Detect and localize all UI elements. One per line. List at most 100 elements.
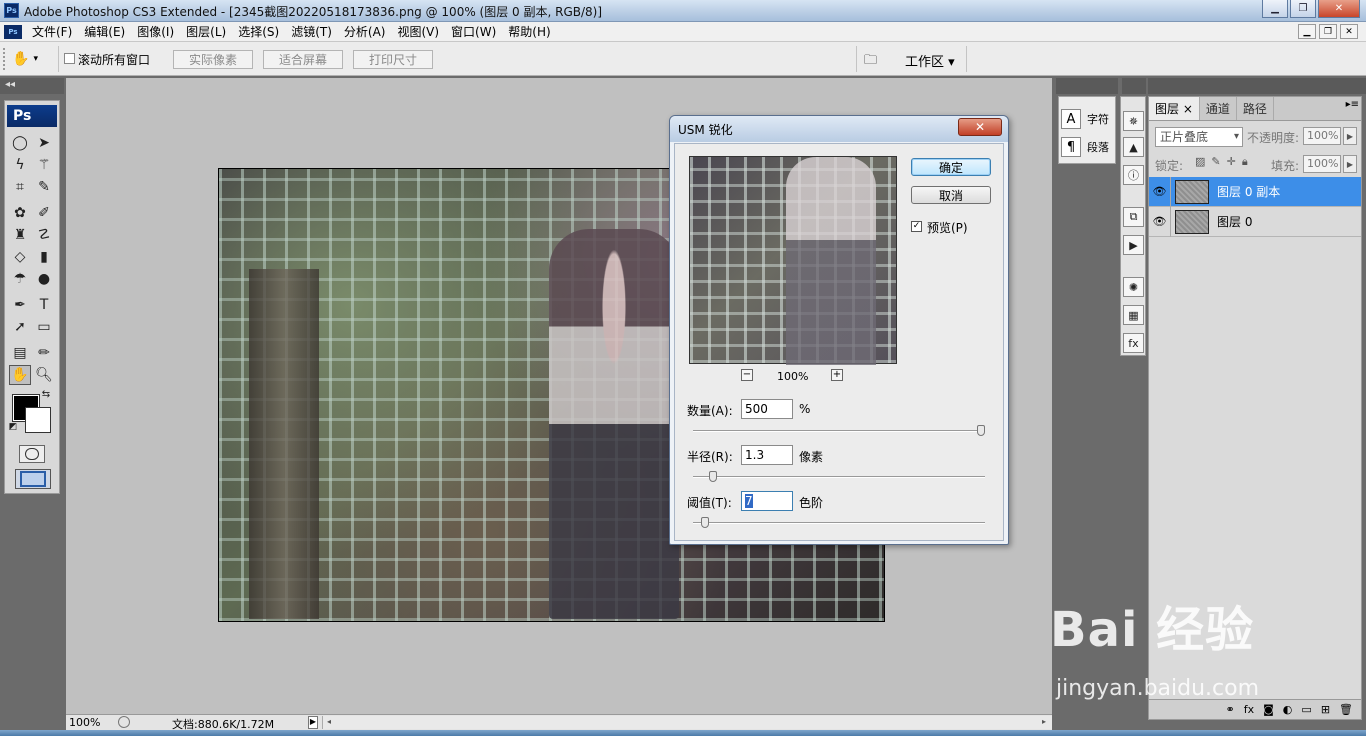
doc-restore-button[interactable]: ❐	[1319, 24, 1337, 39]
lasso-icon[interactable]: ϟ	[9, 155, 31, 175]
menu-analysis[interactable]: 分析(A)	[338, 23, 392, 40]
opacity-input[interactable]: 100%	[1303, 127, 1341, 145]
tab-paths[interactable]: 路径	[1237, 97, 1274, 120]
magic-wand-icon[interactable]: ⚚	[33, 155, 55, 175]
layer-row[interactable]: 👁︎ 图层 0	[1149, 206, 1361, 237]
horizontal-scrollbar[interactable]: ◂ ▸	[322, 716, 1052, 729]
scroll-right-icon[interactable]: ▸	[1042, 717, 1046, 726]
move-icon[interactable]: ➤	[33, 133, 55, 153]
zoom-icon[interactable]: 🔍︎	[33, 365, 55, 385]
actual-pixels-button[interactable]: 实际像素	[173, 50, 253, 69]
styles-icon[interactable]: fx	[1123, 333, 1144, 353]
maximize-button[interactable]: ❐	[1290, 0, 1316, 18]
eyedropper-icon[interactable]: ✏	[33, 343, 55, 363]
dock-grip[interactable]	[1056, 78, 1118, 94]
tab-channels[interactable]: 通道	[1200, 97, 1237, 120]
slice-icon[interactable]: ✎	[33, 177, 55, 197]
paragraph-label[interactable]: 段落	[1087, 139, 1109, 155]
close-button[interactable]: ✕	[1318, 0, 1360, 18]
toolbox-grip[interactable]: ◂◂	[0, 78, 64, 94]
quick-mask-icon[interactable]	[19, 445, 45, 463]
tool-preset-picker[interactable]: ✋ ▾	[12, 49, 52, 69]
path-selection-icon[interactable]: ➚	[9, 317, 31, 337]
type-icon[interactable]: T	[33, 295, 55, 315]
default-colors-icon[interactable]: ◩	[7, 421, 19, 433]
pen-icon[interactable]: ✒	[9, 295, 31, 315]
color-icon[interactable]: ✺	[1123, 277, 1144, 297]
lock-position-icon[interactable]: ✛	[1227, 155, 1236, 169]
fill-input[interactable]: 100%	[1303, 155, 1341, 173]
threshold-slider-track[interactable]	[693, 522, 985, 524]
gradient-icon[interactable]: ▮	[33, 247, 55, 267]
doc-close-button[interactable]: ✕	[1340, 24, 1358, 39]
blend-mode-select[interactable]: 正片叠底	[1155, 127, 1243, 147]
lock-all-icon[interactable]: 🔒︎	[1242, 155, 1248, 169]
document-icon[interactable]: Ps	[4, 24, 22, 39]
menu-window[interactable]: 窗口(W)	[445, 23, 502, 40]
bridge-icon[interactable]: 🗀	[864, 51, 886, 68]
menu-file[interactable]: 文件(F)	[26, 23, 78, 40]
ok-button[interactable]: 确定	[911, 158, 991, 176]
history-brush-icon[interactable]: ☡	[33, 225, 55, 245]
character-icon[interactable]: A	[1061, 109, 1081, 129]
zoom-level[interactable]: 100%	[69, 716, 100, 729]
swap-colors-icon[interactable]: ⇆	[39, 387, 53, 401]
doc-minimize-button[interactable]: ▁	[1298, 24, 1316, 39]
menu-view[interactable]: 视图(V)	[391, 23, 445, 40]
lock-transparency-icon[interactable]: ▨	[1195, 155, 1205, 169]
navigator-icon[interactable]: ✵	[1123, 111, 1144, 131]
status-icon[interactable]	[118, 716, 130, 728]
clone-stamp-icon[interactable]: ♜	[9, 225, 31, 245]
fill-slider-arrow[interactable]: ▶	[1343, 155, 1357, 173]
menu-help[interactable]: 帮助(H)	[502, 23, 556, 40]
status-menu-arrow[interactable]: ▶	[308, 716, 318, 729]
brush-icon[interactable]: ✐	[33, 203, 55, 223]
options-grip[interactable]	[3, 48, 6, 70]
histogram-icon[interactable]: ▲	[1123, 137, 1144, 157]
tab-layers[interactable]: 图层 ×	[1149, 97, 1200, 120]
layer-row[interactable]: 👁︎ 图层 0 副本	[1149, 176, 1361, 207]
screen-mode-icon[interactable]	[15, 469, 51, 489]
radius-slider-thumb[interactable]	[709, 471, 718, 482]
amount-slider-thumb[interactable]	[977, 425, 985, 436]
layer-style-icon[interactable]: fx	[1244, 703, 1254, 716]
lock-pixels-icon[interactable]: ✎	[1211, 155, 1220, 169]
rectangle-shape-icon[interactable]: ▭	[33, 317, 55, 337]
threshold-slider-thumb[interactable]	[700, 517, 709, 528]
minimize-button[interactable]: ▁	[1262, 0, 1288, 18]
notes-icon[interactable]: ▤	[9, 343, 31, 363]
blur-icon[interactable]: ☂	[9, 269, 31, 289]
background-color-swatch[interactable]	[25, 407, 51, 433]
link-layers-icon[interactable]: ⚭	[1226, 703, 1235, 716]
radius-input[interactable]: 1.3	[741, 445, 793, 465]
visibility-eye-icon[interactable]: 👁︎	[1149, 176, 1171, 207]
workspace-menu[interactable]: 工作区 ▾	[905, 51, 955, 70]
tab-close-icon[interactable]: ×	[1183, 102, 1193, 116]
swatches-icon[interactable]: ▦	[1123, 305, 1144, 325]
history-icon[interactable]: ⧉	[1123, 207, 1144, 227]
eraser-icon[interactable]: ◇	[9, 247, 31, 267]
dialog-close-button[interactable]: ✕	[958, 118, 1002, 136]
scroll-all-windows-checkbox[interactable]	[64, 53, 75, 64]
dialog-titlebar[interactable]: USM 锐化 ✕	[670, 116, 1008, 142]
new-layer-icon[interactable]: ⊞	[1321, 703, 1330, 716]
menu-select[interactable]: 选择(S)	[232, 23, 285, 40]
menu-filter[interactable]: 滤镜(T)	[285, 23, 338, 40]
menu-image[interactable]: 图像(I)	[131, 23, 180, 40]
visibility-eye-icon[interactable]: 👁︎	[1149, 206, 1171, 237]
fit-screen-button[interactable]: 适合屏幕	[263, 50, 343, 69]
paragraph-icon[interactable]: ¶	[1061, 137, 1081, 157]
menu-edit[interactable]: 编辑(E)	[78, 23, 131, 40]
radius-slider-track[interactable]	[693, 476, 985, 478]
print-size-button[interactable]: 打印尺寸	[353, 50, 433, 69]
info-icon[interactable]: ⓘ	[1123, 165, 1144, 185]
dock-grip[interactable]	[1148, 78, 1366, 94]
hand-tool-icon[interactable]: ✋	[9, 365, 31, 385]
actions-icon[interactable]: ▶	[1123, 235, 1144, 255]
filter-preview[interactable]	[689, 156, 897, 365]
elliptical-marquee-icon[interactable]: ◯	[9, 133, 31, 153]
layer-mask-icon[interactable]: ◙	[1263, 703, 1274, 716]
opacity-slider-arrow[interactable]: ▶	[1343, 127, 1357, 145]
character-label[interactable]: 字符	[1087, 111, 1109, 127]
crop-icon[interactable]: ⌗	[9, 177, 31, 197]
